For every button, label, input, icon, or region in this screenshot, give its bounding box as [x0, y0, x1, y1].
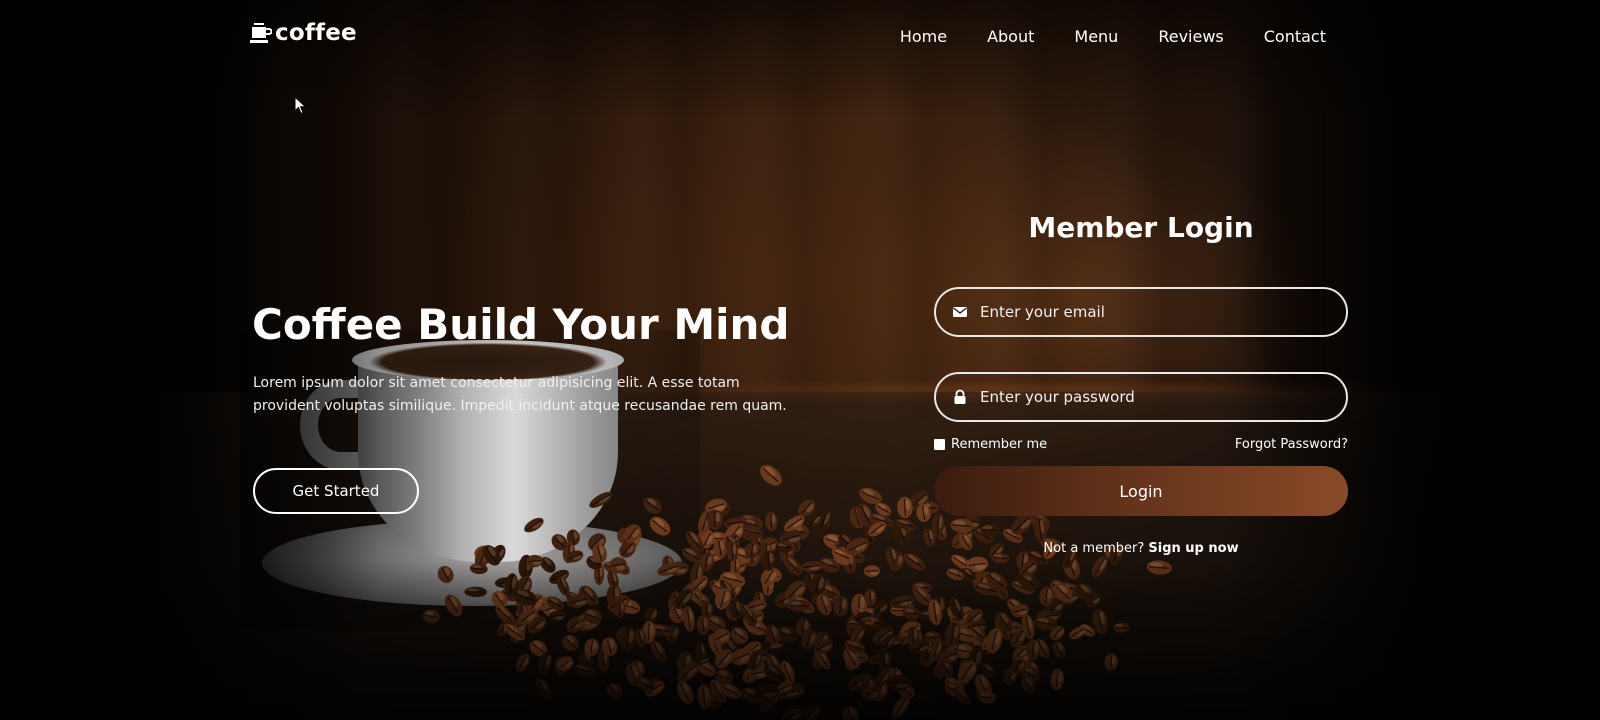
coffee-bean: [1050, 668, 1064, 690]
email-input[interactable]: [980, 303, 1320, 321]
nav-about-link[interactable]: About: [987, 26, 1034, 48]
mouse-pointer-icon: [294, 96, 307, 115]
coffee-bean: [536, 678, 552, 700]
remember-me-checkbox[interactable]: [934, 438, 945, 450]
coffee-bean: [524, 517, 544, 533]
brand-name: coffee: [275, 20, 357, 46]
coffee-bean: [562, 634, 579, 651]
coffee-bean: [515, 653, 530, 672]
nav-home-link[interactable]: Home: [900, 26, 947, 48]
remember-me[interactable]: Remember me: [934, 437, 1047, 452]
coffee-bean: [444, 594, 463, 617]
brand-logo[interactable]: coffee: [250, 20, 357, 46]
signup-prompt-text: Not a member?: [1043, 541, 1145, 556]
login-title: Member Login: [1028, 211, 1254, 244]
coffee-bean: [760, 465, 782, 486]
coffee-bean: [1091, 555, 1108, 578]
signup-link[interactable]: Sign up now: [1148, 541, 1238, 556]
coffee-bean: [1146, 560, 1172, 575]
email-field[interactable]: [934, 287, 1348, 337]
coffee-bean: [422, 609, 440, 624]
login-options: Remember me Forgot Password?: [934, 434, 1348, 454]
hero-title: Coffee Build Your Mind: [252, 300, 790, 349]
coffee-bean: [464, 586, 487, 598]
coffee-bean: [676, 680, 694, 705]
coffee-bean: [842, 706, 859, 720]
remember-me-label: Remember me: [951, 436, 1048, 452]
coffee-bean: [682, 606, 695, 632]
coffee-bean: [765, 511, 778, 532]
password-input[interactable]: [980, 388, 1320, 406]
coffee-bean: [863, 565, 880, 578]
login-button[interactable]: Login: [934, 466, 1348, 516]
envelope-icon: [953, 307, 967, 317]
main-navigation: Home About Menu Reviews Contact: [900, 26, 1326, 48]
get-started-button[interactable]: Get Started: [253, 468, 419, 514]
coffee-bean: [1113, 622, 1130, 633]
nav-menu-link[interactable]: Menu: [1074, 26, 1118, 48]
coffee-bean: [606, 683, 623, 699]
coffee-bean: [1104, 653, 1118, 671]
coffee-bean: [437, 565, 454, 584]
coffee-cup-icon: [250, 23, 272, 43]
signup-prompt: Not a member? Sign up now: [934, 541, 1348, 556]
coffee-beans-image: [422, 465, 1172, 720]
lock-icon: [954, 389, 966, 404]
coffee-bean: [589, 491, 613, 508]
coffee-bean: [903, 553, 925, 571]
hero-description: Lorem ipsum dolor sit amet consectetur a…: [253, 375, 787, 414]
nav-contact-link[interactable]: Contact: [1264, 26, 1326, 48]
coffee-bean: [649, 516, 671, 536]
password-field[interactable]: [934, 372, 1348, 422]
coffee-bean: [1052, 641, 1066, 658]
coffee-bean: [643, 497, 662, 514]
forgot-password-link[interactable]: Forgot Password?: [1235, 437, 1348, 452]
nav-reviews-link[interactable]: Reviews: [1158, 26, 1223, 48]
page-background: coffee Home About Menu Reviews Contact C…: [0, 0, 1600, 720]
